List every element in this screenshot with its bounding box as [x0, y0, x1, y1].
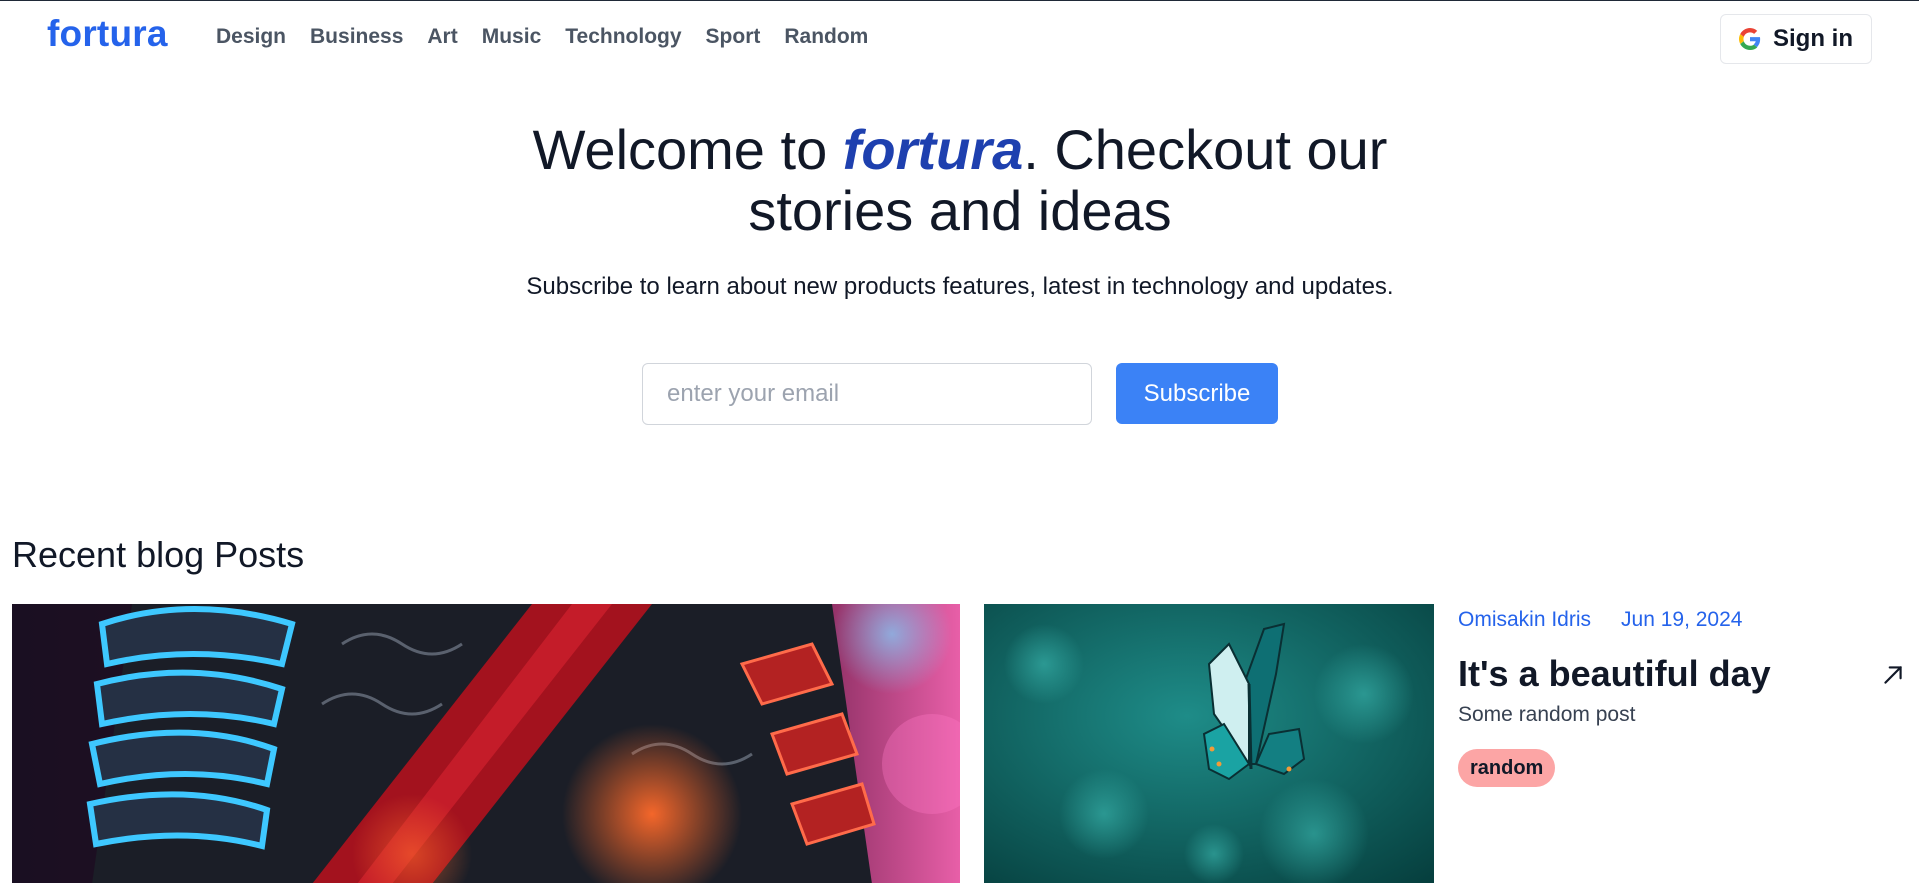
subscribe-button[interactable]: Subscribe	[1116, 363, 1278, 424]
nav-link-art[interactable]: Art	[427, 25, 457, 49]
category-nav: Design Business Art Music Technology Spo…	[216, 25, 892, 49]
hero-subtitle: Subscribe to learn about new products fe…	[526, 273, 1394, 300]
post-title[interactable]: It's a beautiful day	[1458, 653, 1771, 695]
nav-link-music[interactable]: Music	[482, 25, 542, 49]
featured-post-image-butterfly[interactable]	[984, 604, 1434, 883]
nav-link-technology[interactable]: Technology	[565, 25, 681, 49]
logo[interactable]: fortura	[47, 13, 168, 55]
sign-in-button[interactable]: Sign in	[1720, 14, 1872, 64]
email-input[interactable]	[642, 363, 1092, 425]
hero-title: Welcome to fortura. Checkout our stories…	[480, 119, 1440, 241]
top-navbar: fortura Design Business Art Music Techno…	[0, 1, 1919, 79]
nav-link-business[interactable]: Business	[310, 25, 403, 49]
google-icon	[1739, 28, 1761, 50]
hero-title-brand: fortura	[842, 118, 1024, 181]
featured-post-image-samurai[interactable]	[12, 604, 960, 883]
nav-link-sport[interactable]: Sport	[706, 25, 761, 49]
nav-link-design[interactable]: Design	[216, 25, 286, 49]
post-date: Jun 19, 2024	[1621, 608, 1743, 631]
arrow-up-right-icon[interactable]	[1880, 662, 1906, 688]
hero-title-prefix: Welcome to	[532, 118, 843, 181]
post-author[interactable]: Omisakin Idris	[1458, 608, 1591, 632]
sign-in-label: Sign in	[1773, 25, 1853, 52]
post-description: Some random post	[1458, 703, 1636, 726]
post-tag-random[interactable]: random	[1458, 749, 1556, 787]
nav-link-random[interactable]: Random	[784, 25, 868, 49]
post-meta: Omisakin Idris Jun 19, 2024	[1458, 608, 1742, 632]
recent-posts-heading: Recent blog Posts	[12, 534, 305, 575]
